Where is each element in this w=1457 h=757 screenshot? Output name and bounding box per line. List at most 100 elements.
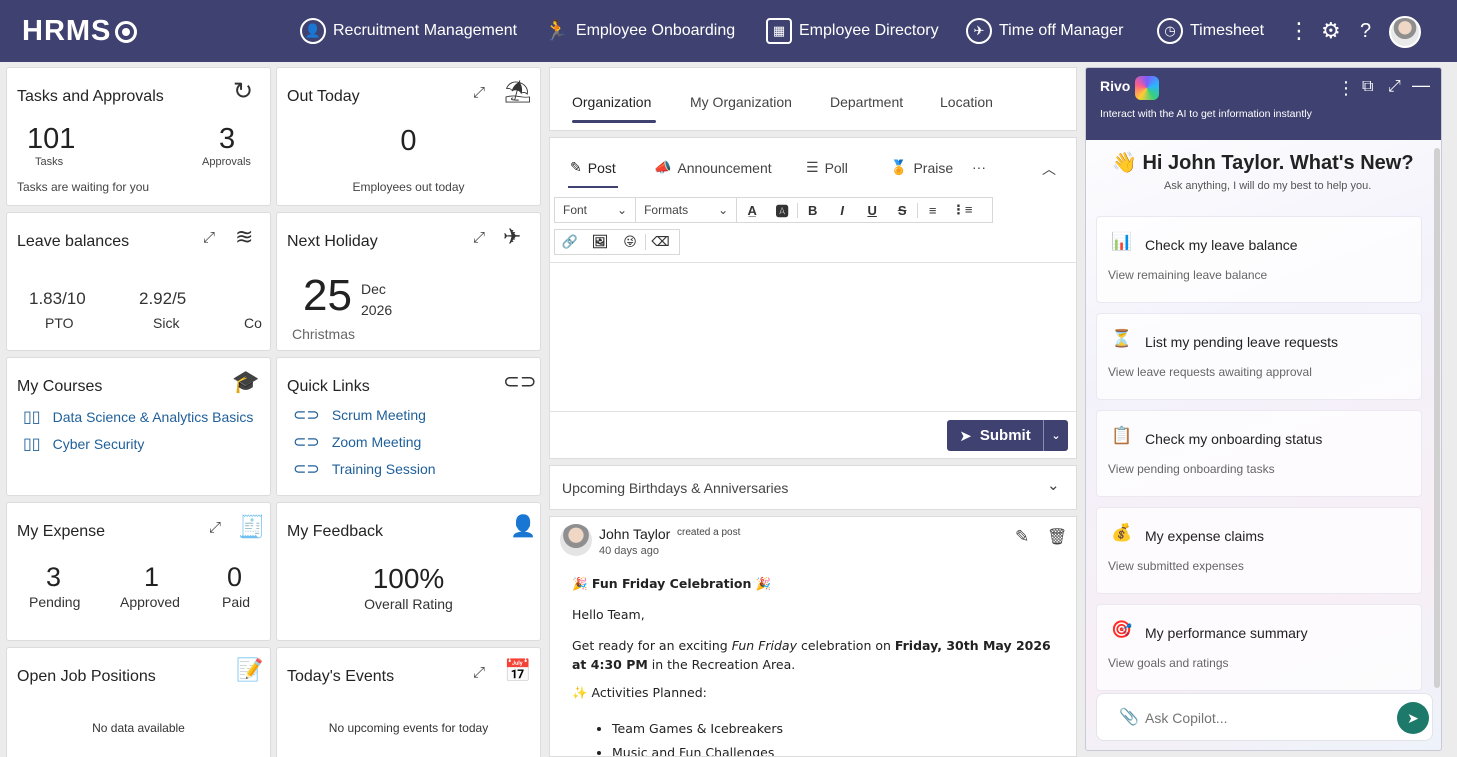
plane-takeoff-icon: ✈ — [503, 224, 522, 249]
tab-praise[interactable]: 🏅 Praise — [890, 159, 953, 176]
copilot-subtitle: Interact with the AI to get information … — [1100, 108, 1312, 120]
copilot-panel: Rivo Interact with the AI to get informa… — [1085, 67, 1442, 751]
expand-icon[interactable]: ⤢ — [473, 664, 485, 681]
nav-time-off-manager[interactable]: ✈ Time off Manager — [966, 18, 1124, 44]
nav-employee-directory[interactable]: ▦ Employee Directory — [766, 18, 939, 44]
new-chat-icon[interactable]: ⧉ — [1362, 78, 1373, 96]
clipboard-icon: 📋 — [1111, 426, 1133, 445]
refresh-check-icon[interactable]: ↻ — [233, 80, 253, 104]
text-color-icon[interactable]: A̲ — [737, 203, 767, 218]
birthdays-anniversaries-bar[interactable]: Upcoming Birthdays & Anniversaries ⌄ — [549, 465, 1077, 510]
bold-icon[interactable]: B — [797, 202, 827, 218]
quick-link[interactable]: ⊂⊃ Training Session — [293, 459, 436, 479]
minimize-icon[interactable]: — — [1412, 75, 1430, 96]
suggestion-title: Check my onboarding status — [1145, 431, 1323, 447]
insert-link-icon[interactable]: 🔗 — [555, 234, 585, 250]
expand-icon[interactable]: ⤢ — [473, 229, 485, 246]
expand-icon[interactable]: ⤢ — [209, 519, 221, 536]
megaphone-icon: 📣 — [654, 159, 672, 175]
course-link[interactable]: ▯▯ Cyber Security — [23, 434, 144, 454]
link-icon: ⊂⊃ — [503, 371, 537, 393]
card-title: Next Holiday — [287, 233, 378, 250]
expand-icon[interactable]: ⤢ — [473, 84, 485, 101]
money-bag-icon: 💰 — [1111, 523, 1133, 542]
holiday-name: Christmas — [292, 326, 356, 342]
app-logo[interactable]: HRMS — [22, 15, 138, 48]
tab-location[interactable]: Location — [940, 94, 993, 110]
align-left-icon[interactable]: ≡ — [917, 202, 947, 218]
copilot-input[interactable] — [1145, 706, 1385, 730]
user-avatar[interactable] — [1389, 16, 1421, 48]
submit-button[interactable]: ➤ Submit ⌄ — [947, 420, 1068, 451]
submit-options-chevron-icon[interactable]: ⌄ — [1044, 429, 1068, 442]
more-menu-icon[interactable]: ⋮ — [1288, 16, 1310, 46]
holiday-year: 2026 — [361, 302, 393, 318]
suggestion-card[interactable]: 📋 Check my onboarding status View pendin… — [1096, 410, 1422, 497]
attach-paperclip-icon[interactable]: 📎 — [1119, 707, 1139, 727]
poll-icon: ☰ — [806, 159, 819, 175]
list-item: Music and Fun Challenges — [612, 741, 783, 756]
settings-gear-icon[interactable]: ⚙ — [1321, 16, 1341, 46]
expand-icon[interactable]: ⤢ — [1388, 78, 1401, 96]
my-courses-card: My Courses 🎓 ▯▯ Data Science & Analytics … — [6, 357, 271, 496]
submit-main[interactable]: ➤ Submit — [947, 420, 1044, 451]
card-title: Quick Links — [287, 378, 370, 395]
user-feedback-icon: 👤 — [510, 515, 537, 538]
help-icon[interactable]: ? — [1360, 16, 1371, 46]
font-select[interactable]: Font ⌄ — [555, 198, 637, 222]
quick-link[interactable]: ⊂⊃ Zoom Meeting — [293, 432, 421, 452]
suggestion-card[interactable]: ⏳ List my pending leave requests View le… — [1096, 313, 1422, 400]
edit-pencil-icon[interactable]: ✎ — [1015, 527, 1029, 547]
leave-balances-card: Leave balances ⤢ ≋ 1.83/10 PTO 2.92/5 Si… — [6, 212, 271, 351]
list-item: Team Games & Icebreakers — [612, 717, 783, 741]
card-title: Tasks and Approvals — [17, 88, 164, 105]
highlight-color-icon[interactable]: 🅰 — [767, 201, 797, 220]
copilot-scrollbar[interactable] — [1434, 148, 1440, 688]
formats-select[interactable]: Formats ⌄ — [636, 198, 738, 222]
out-today-label: Employees out today — [352, 180, 465, 194]
post-editor[interactable] — [550, 262, 1076, 412]
expand-chevron-icon[interactable]: ⌄ — [1047, 476, 1060, 494]
nav-recruitment-management[interactable]: 👤 Recruitment Management — [300, 18, 517, 44]
strikethrough-icon[interactable]: S — [887, 203, 917, 218]
nav-timesheet[interactable]: ◷ Timesheet — [1157, 18, 1264, 44]
send-message-icon[interactable]: ➤ — [1397, 702, 1429, 734]
emoji-icon[interactable]: 😜 — [615, 234, 645, 250]
suggestion-subtitle: View pending onboarding tasks — [1108, 462, 1275, 476]
tab-poll[interactable]: ☰ Poll — [806, 159, 848, 176]
insert-image-icon[interactable]: 🖼 — [585, 234, 615, 250]
delete-trash-icon[interactable]: 🗑 — [1047, 527, 1067, 547]
post-author[interactable]: John Taylor — [599, 526, 670, 542]
expand-icon[interactable]: ⤢ — [203, 229, 215, 246]
more-options-icon[interactable]: ⋮ — [1337, 78, 1355, 99]
quick-link[interactable]: ⊂⊃ Scrum Meeting — [293, 405, 426, 425]
todays-events-card: Today's Events ⤢ 📅 No upcoming events fo… — [276, 647, 541, 757]
numbered-list-icon[interactable]: ⋮≡ — [947, 202, 977, 218]
italic-icon[interactable]: I — [827, 203, 857, 218]
tab-organization[interactable]: Organization — [572, 94, 651, 110]
suggestion-subtitle: View remaining leave balance — [1108, 268, 1268, 282]
post-time: 40 days ago — [599, 545, 659, 557]
feed-post: John Taylor created a post 40 days ago ✎… — [549, 516, 1077, 757]
link-icon: ⊂⊃ — [293, 461, 320, 478]
suggestion-card[interactable]: 💰 My expense claims View submitted expen… — [1096, 507, 1422, 594]
sick-balance: 2.92/5 — [139, 289, 187, 308]
author-avatar[interactable] — [560, 524, 592, 556]
clear-format-icon[interactable]: ⌫ — [645, 234, 675, 250]
suggestion-card[interactable]: 🎯 My performance summary View goals and … — [1096, 604, 1422, 691]
chevron-down-icon: ⌄ — [718, 203, 729, 217]
suggestion-title: My performance summary — [1145, 625, 1308, 641]
nav-employee-onboarding[interactable]: 🏃 Employee Onboarding — [544, 18, 735, 43]
hourglass-icon: ⏳ — [1111, 329, 1133, 348]
tab-announcement[interactable]: 📣 Announcement — [654, 159, 772, 176]
course-link[interactable]: ▯▯ Data Science & Analytics Basics — [23, 407, 253, 427]
collapse-chevron-icon[interactable]: ︿ — [1042, 159, 1056, 179]
tab-my-organization[interactable]: My Organization — [690, 94, 792, 110]
person-run-icon: 🏃 — [544, 20, 569, 42]
tab-post[interactable]: ✎ Post — [570, 159, 616, 176]
tab-department[interactable]: Department — [830, 94, 903, 110]
underline-icon[interactable]: U — [857, 203, 887, 218]
activities-list: Team Games & Icebreakers Music and Fun C… — [612, 717, 783, 756]
more-tabs-icon[interactable]: ··· — [972, 159, 986, 175]
suggestion-card[interactable]: 📊 Check my leave balance View remaining … — [1096, 216, 1422, 303]
